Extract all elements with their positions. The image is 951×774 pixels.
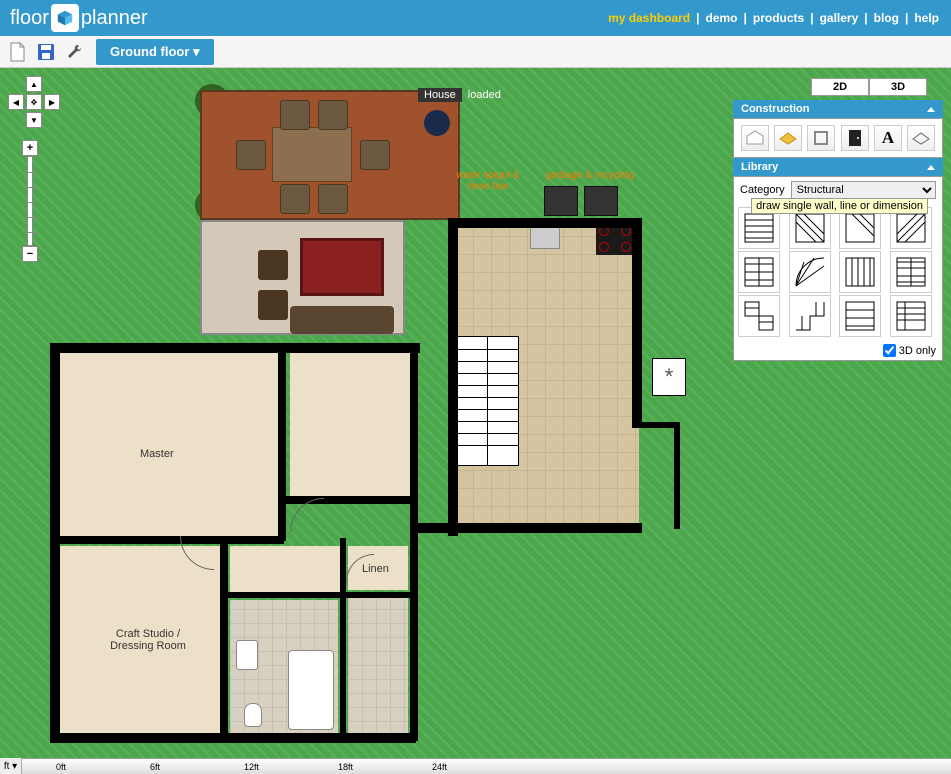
- deck-chair[interactable]: [318, 184, 348, 214]
- bin[interactable]: [584, 186, 618, 216]
- deck-area[interactable]: [200, 90, 460, 220]
- main-nav: my dashboard | demo | products | gallery…: [606, 11, 941, 25]
- library-item[interactable]: [839, 295, 881, 337]
- settings-wrench-icon[interactable]: [62, 40, 86, 64]
- bathtub[interactable]: [288, 650, 334, 730]
- rug[interactable]: [300, 238, 384, 296]
- plan-name: House: [418, 88, 462, 102]
- category-label: Category: [740, 184, 785, 196]
- library-item[interactable]: [789, 295, 831, 337]
- room-bedroom2[interactable]: [290, 351, 410, 496]
- 3d-only-checkbox[interactable]: [883, 344, 896, 357]
- sofa[interactable]: [290, 306, 394, 334]
- label-linen: Linen: [362, 563, 389, 575]
- hallway[interactable]: [230, 546, 340, 596]
- category-select[interactable]: Structural: [791, 181, 936, 199]
- stairs[interactable]: [455, 336, 519, 466]
- zoom-slider[interactable]: [27, 156, 33, 246]
- bin[interactable]: [544, 186, 578, 216]
- deck-chair[interactable]: [318, 100, 348, 130]
- label-master: Master: [140, 448, 174, 460]
- library-title: Library: [741, 161, 778, 173]
- 3d-only-label: 3D only: [899, 345, 936, 357]
- collapse-icon: [927, 165, 935, 170]
- library-grid[interactable]: [734, 203, 942, 341]
- library-item[interactable]: [738, 295, 780, 337]
- annotation-garbage: garbage & recycling: [540, 170, 640, 181]
- pan-down-button[interactable]: ▼: [26, 112, 42, 128]
- armchair[interactable]: [258, 250, 288, 280]
- plan-title: House loaded: [418, 88, 505, 102]
- tool-text[interactable]: A: [874, 125, 902, 151]
- tool-surface[interactable]: [774, 125, 802, 151]
- zoom-in-button[interactable]: +: [22, 140, 38, 156]
- library-item[interactable]: [839, 251, 881, 293]
- save-icon[interactable]: [34, 40, 58, 64]
- pan-right-button[interactable]: ▶: [44, 94, 60, 110]
- deck-chair[interactable]: [280, 184, 310, 214]
- bath-sink[interactable]: [236, 640, 258, 670]
- nav-demo[interactable]: demo: [704, 11, 740, 25]
- tool-line[interactable]: [907, 125, 935, 151]
- hallway2[interactable]: [348, 596, 408, 736]
- logo-cube-icon: [51, 4, 79, 32]
- nav-blog[interactable]: blog: [872, 11, 901, 25]
- grill[interactable]: [424, 110, 450, 136]
- floorplan[interactable]: House loaded water spigot & hose box gar…: [0, 68, 660, 774]
- deck-chair[interactable]: [236, 140, 266, 170]
- toilet[interactable]: [244, 703, 262, 727]
- zoom-controls: + −: [22, 140, 38, 262]
- tool-room[interactable]: [741, 125, 769, 151]
- collapse-icon: [927, 107, 935, 112]
- nav-help[interactable]: help: [912, 11, 941, 25]
- nav-products[interactable]: products: [751, 11, 806, 25]
- view-toggle: 2D 3D: [811, 78, 927, 96]
- tool-door[interactable]: [841, 125, 869, 151]
- tool-wall[interactable]: [807, 125, 835, 151]
- library-panel-header[interactable]: Library: [733, 158, 943, 176]
- view-2d-button[interactable]: 2D: [811, 78, 869, 96]
- ruler-mark: 24ft: [432, 762, 447, 772]
- construction-panel-header[interactable]: Construction: [733, 100, 943, 118]
- construction-panel-body: A draw single wall, line or dimension: [733, 118, 943, 158]
- floor-selector[interactable]: Ground floor ▾: [96, 39, 214, 65]
- plan-status: loaded: [464, 88, 505, 102]
- ruler-unit-select[interactable]: ft ▾: [0, 758, 22, 774]
- ruler-mark: 0ft: [56, 762, 66, 772]
- nav-my-dashboard[interactable]: my dashboard: [606, 11, 692, 25]
- label-craft: Craft Studio / Dressing Room: [98, 628, 198, 652]
- app-header: floor planner my dashboard | demo | prod…: [0, 0, 951, 36]
- new-file-icon[interactable]: [6, 40, 30, 64]
- library-item[interactable]: [890, 251, 932, 293]
- armchair[interactable]: [258, 290, 288, 320]
- library-item[interactable]: [789, 251, 831, 293]
- ruler-mark: 12ft: [244, 762, 259, 772]
- annotation-spigot: water spigot & hose box: [453, 170, 523, 192]
- zoom-out-button[interactable]: −: [22, 246, 38, 262]
- pan-left-button[interactable]: ◀: [8, 94, 24, 110]
- pan-up-button[interactable]: ▲: [26, 76, 42, 92]
- library-item[interactable]: [738, 251, 780, 293]
- logo-text-right: planner: [81, 7, 148, 30]
- pan-controls: ▲ ◀ ✥ ▶ ▼: [8, 76, 60, 128]
- deck-table[interactable]: [272, 127, 352, 182]
- logo-text-left: floor: [10, 7, 49, 30]
- library-item[interactable]: [890, 295, 932, 337]
- tool-tooltip: draw single wall, line or dimension: [751, 198, 928, 214]
- view-3d-button[interactable]: 3D: [869, 78, 927, 96]
- deck-chair[interactable]: [280, 100, 310, 130]
- construction-title: Construction: [741, 103, 809, 115]
- logo[interactable]: floor planner: [10, 4, 148, 32]
- side-panels: Construction A draw single wall, line or…: [733, 100, 943, 361]
- deck-chair[interactable]: [360, 140, 390, 170]
- ruler: ft ▾ 0ft 6ft 12ft 18ft 24ft: [0, 758, 951, 774]
- nav-gallery[interactable]: gallery: [818, 11, 861, 25]
- wildcard-element[interactable]: *: [652, 358, 686, 396]
- toolbar: Ground floor ▾: [0, 36, 951, 68]
- room-master[interactable]: [60, 351, 280, 536]
- ruler-mark: 18ft: [338, 762, 353, 772]
- ruler-mark: 6ft: [150, 762, 160, 772]
- pan-center-button[interactable]: ✥: [26, 94, 42, 110]
